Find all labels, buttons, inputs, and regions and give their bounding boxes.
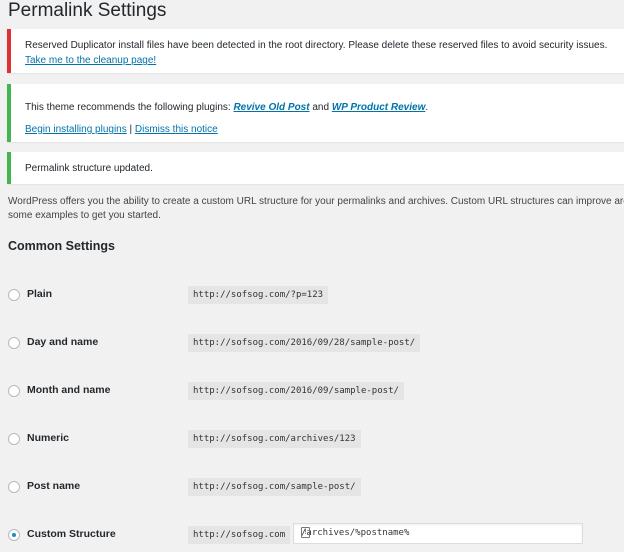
plugin-notice-text: This theme recommends the following plug…: [25, 102, 234, 113]
page-title: Permalink Settings: [8, 0, 167, 21]
radio-day-and-name[interactable]: [8, 337, 20, 349]
option-label[interactable]: Custom Structure: [27, 528, 116, 540]
example-url: http://sofsog.com/archives/123: [188, 430, 361, 448]
dismiss-notice-link[interactable]: Dismiss this notice: [135, 124, 218, 135]
example-url: http://sofsog.com/2016/09/sample-post/: [188, 382, 404, 400]
radio-custom-structure[interactable]: [8, 529, 20, 541]
option-label[interactable]: Numeric: [27, 432, 69, 444]
radio-plain[interactable]: [8, 289, 20, 301]
option-day-and-name[interactable]: Day and name http://sofsog.com/2016/09/2…: [8, 334, 624, 354]
option-custom-structure[interactable]: Custom Structure http://sofsog.com /arch…: [8, 523, 624, 546]
duplicator-notice-text: Reserved Duplicator install files have b…: [25, 40, 608, 51]
option-post-name[interactable]: Post name http://sofsog.com/sample-post/: [8, 478, 624, 498]
radio-numeric[interactable]: [8, 433, 20, 445]
option-label[interactable]: Month and name: [27, 384, 110, 396]
radio-post-name[interactable]: [8, 481, 20, 493]
updated-notice: Permalink structure updated.: [7, 152, 624, 184]
option-label[interactable]: Day and name: [27, 336, 98, 348]
example-url: http://sofsog.com/?p=123: [188, 286, 329, 304]
option-label[interactable]: Post name: [27, 480, 80, 492]
option-month-and-name[interactable]: Month and name http://sofsog.com/2016/09…: [8, 382, 624, 402]
plugin-recommend-notice: This theme recommends the following plug…: [7, 84, 624, 142]
info-box-icon: !: [301, 527, 310, 538]
custom-structure-input[interactable]: /archives/%postname% !: [293, 523, 583, 544]
plugin-notice-and: and: [309, 102, 332, 113]
wp-product-review-link[interactable]: WP Product Review: [332, 102, 426, 113]
option-numeric[interactable]: Numeric http://sofsog.com/archives/123: [8, 430, 624, 450]
option-label[interactable]: Plain: [27, 288, 52, 300]
cleanup-link[interactable]: Take me to the cleanup page!: [25, 55, 156, 66]
begin-installing-link[interactable]: Begin installing plugins: [25, 124, 127, 135]
section-title: Common Settings: [8, 239, 115, 253]
updated-notice-text: Permalink structure updated.: [25, 163, 153, 174]
custom-structure-value[interactable]: /archives/%postname%: [301, 528, 409, 538]
revive-old-post-link[interactable]: Revive Old Post: [233, 102, 309, 113]
duplicator-notice: Reserved Duplicator install files have b…: [7, 29, 624, 73]
example-url-base: http://sofsog.com: [188, 526, 291, 544]
notice-separator: |: [126, 124, 135, 135]
plugin-notice-period: .: [425, 102, 429, 113]
radio-month-and-name[interactable]: [8, 385, 20, 397]
example-url: http://sofsog.com/sample-post/: [188, 478, 361, 496]
option-plain[interactable]: Plain http://sofsog.com/?p=123: [8, 286, 624, 306]
example-url: http://sofsog.com/2016/09/28/sample-post…: [188, 334, 421, 352]
intro-text: WordPress offers you the ability to crea…: [8, 196, 624, 221]
